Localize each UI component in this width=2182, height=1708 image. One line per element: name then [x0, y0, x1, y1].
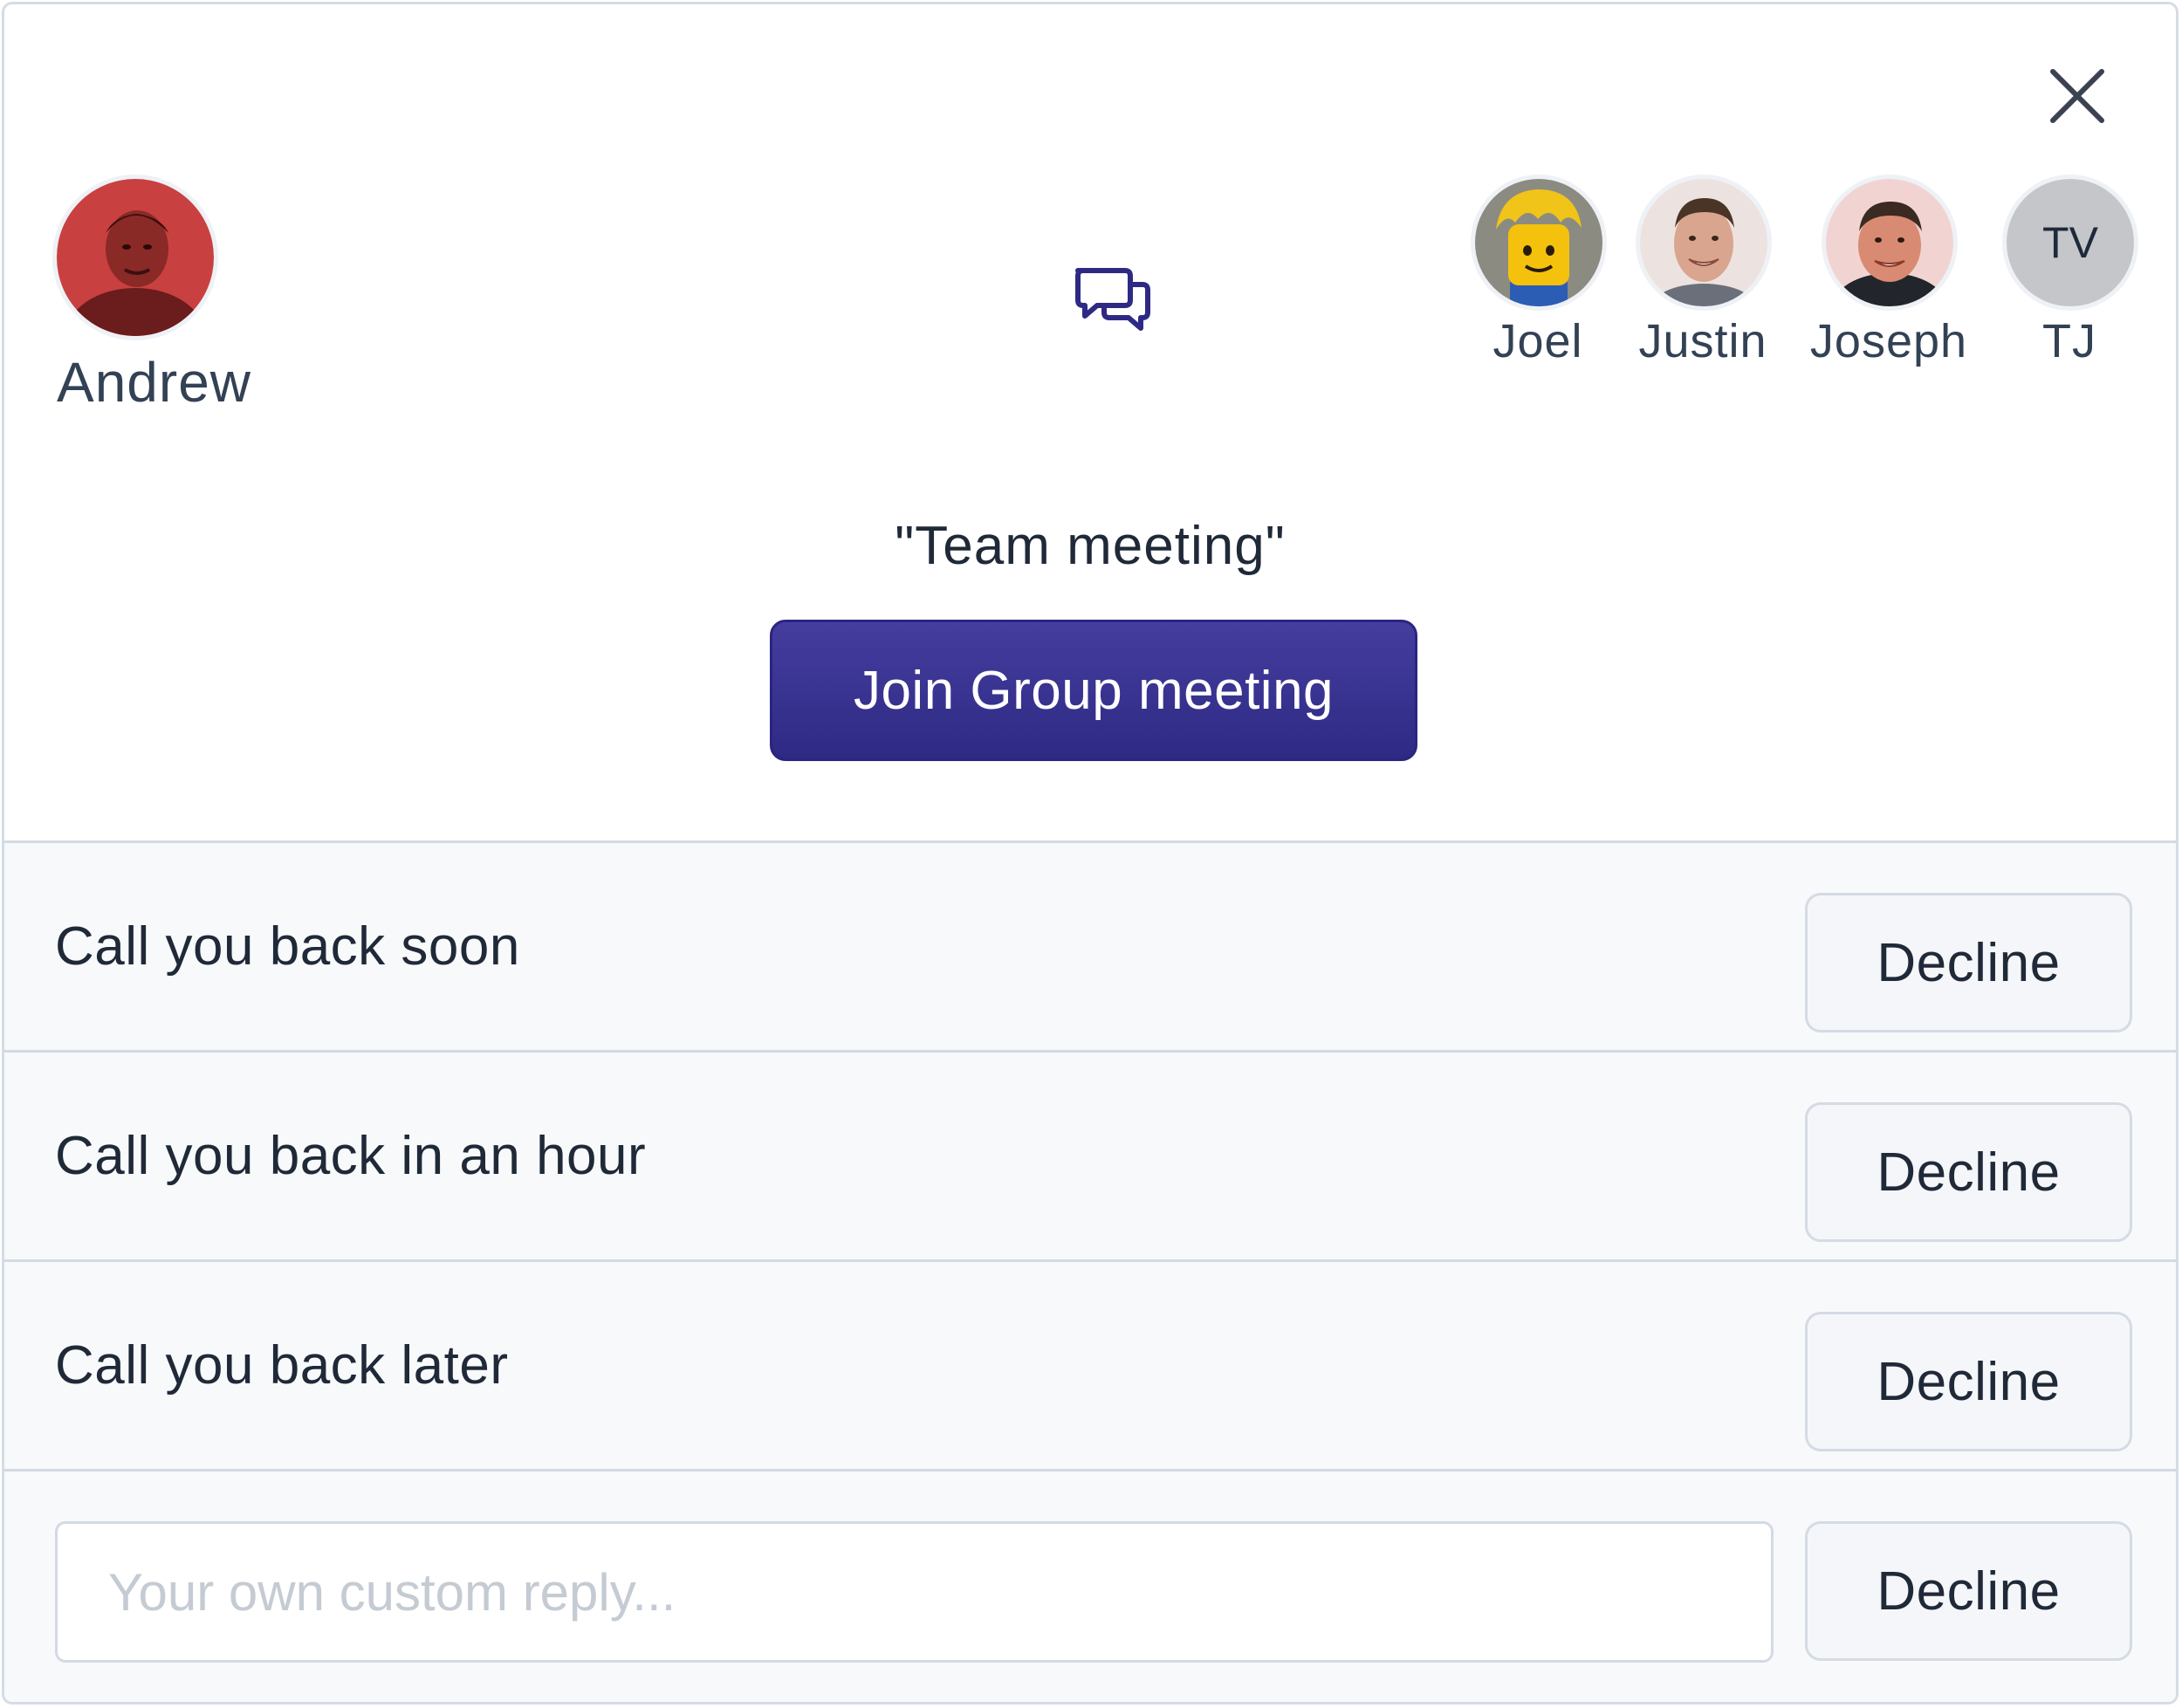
- reply-row: Call you back soon Decline: [4, 843, 2176, 1053]
- caller-avatar: [57, 179, 214, 336]
- decline-button[interactable]: Decline: [1805, 1521, 2132, 1661]
- reply-row: Call you back later Decline: [4, 1262, 2176, 1471]
- close-x-icon: [2050, 69, 2104, 123]
- avatar-initials: TV: [2007, 179, 2134, 306]
- decline-button[interactable]: Decline: [1805, 1312, 2132, 1451]
- decline-button[interactable]: Decline: [1805, 893, 2132, 1032]
- participant-tj: TV TJ: [1982, 179, 2157, 380]
- participant-joel: Joel: [1451, 179, 1625, 380]
- chat-bubbles-icon: [1075, 268, 1150, 331]
- custom-reply-row: Decline: [4, 1471, 2176, 1681]
- participant-avatar: [1826, 179, 1953, 306]
- reply-row: Call you back in an hour Decline: [4, 1053, 2176, 1262]
- participant-name: Joel: [1492, 315, 1583, 367]
- caller-name: Andrew: [57, 351, 251, 414]
- participant-name: Justin: [1638, 315, 1767, 367]
- custom-reply-input[interactable]: [55, 1521, 1774, 1663]
- participant-name: TJ: [2042, 315, 2096, 367]
- quick-replies: Call you back soon Decline Call you back…: [4, 840, 2176, 1702]
- reply-text: Call you back in an hour: [55, 1126, 647, 1186]
- close-button[interactable]: [2042, 61, 2112, 131]
- decline-button[interactable]: Decline: [1805, 1102, 2132, 1242]
- caller: Andrew: [57, 179, 284, 414]
- participant-avatar: [1475, 179, 1602, 306]
- incoming-call-dialog: Andrew Joel Justin Joseph TV TJ "Team me…: [2, 2, 2179, 1705]
- reply-text: Call you back soon: [55, 916, 520, 977]
- participant-avatar: [1640, 179, 1767, 306]
- participant-avatar: TV: [2007, 179, 2134, 306]
- participant-name: Joseph: [1809, 315, 1968, 367]
- reply-text: Call you back later: [55, 1335, 509, 1396]
- participant-justin: Justin: [1616, 179, 1790, 380]
- participant-joseph: Joseph: [1801, 179, 1976, 380]
- meeting-title: "Team meeting": [895, 516, 1286, 576]
- join-group-meeting-button[interactable]: Join Group meeting: [770, 620, 1417, 761]
